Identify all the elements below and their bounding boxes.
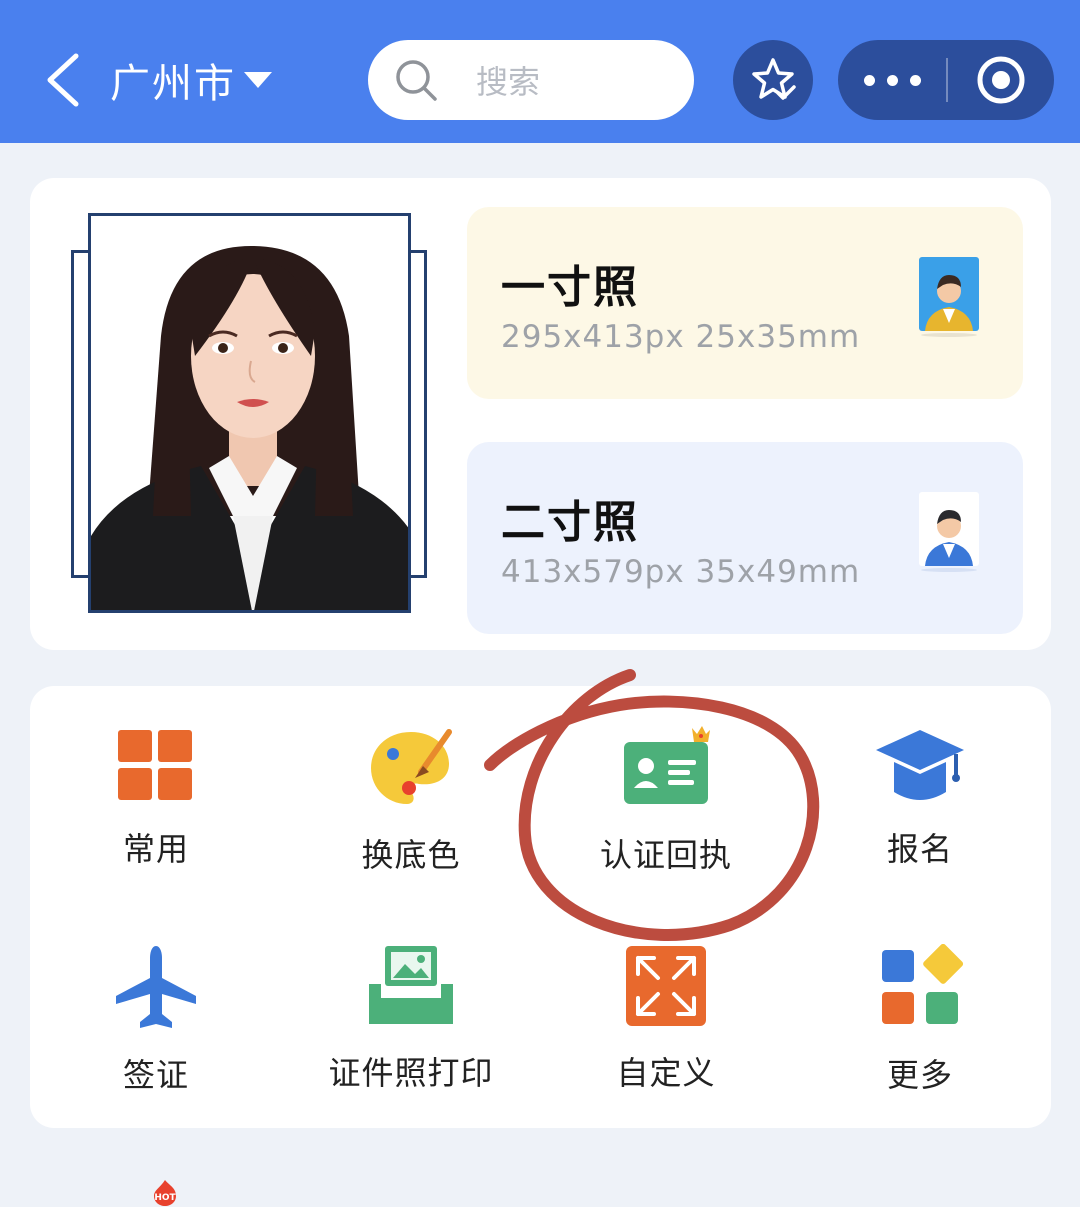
- chevron-left-icon: [47, 53, 79, 107]
- tool-label: 认证回执: [599, 836, 732, 874]
- search-icon: [396, 60, 437, 101]
- more-apps-icon: [882, 944, 964, 1024]
- tool-photo-print[interactable]: 证件照打印: [311, 944, 511, 1114]
- city-selector[interactable]: 广州市: [110, 50, 272, 110]
- target-circle-icon: [977, 56, 1025, 104]
- more-dot: [886, 74, 898, 86]
- more-dots-icon: [863, 74, 875, 86]
- more-dot: [909, 74, 921, 86]
- printer-photo-icon: [369, 946, 453, 1024]
- close-mini-program-button[interactable]: [948, 40, 1054, 120]
- tool-label: 自定义: [616, 1054, 716, 1092]
- star-check-icon: [752, 58, 796, 100]
- tool-common[interactable]: 常用: [56, 726, 256, 896]
- tool-more[interactable]: 更多: [820, 944, 1020, 1114]
- grid-blocks-icon: [118, 730, 192, 800]
- person-yellow-thumbnail-icon: [919, 257, 979, 337]
- back-button[interactable]: [40, 50, 90, 110]
- tool-label: 更多: [886, 1056, 953, 1094]
- tool-label: 签证: [122, 1056, 189, 1094]
- size-option-two-inch[interactable]: 二寸照 413x579px 35x49mm: [467, 442, 1023, 634]
- tool-registration[interactable]: 报名: [820, 726, 1020, 896]
- sample-portrait-image: [88, 213, 411, 613]
- category-tabs-strip: HOT: [0, 1160, 1080, 1207]
- mini-program-capsule: [838, 40, 1054, 120]
- svg-text:HOT: HOT: [154, 1193, 176, 1203]
- tool-custom-size[interactable]: 自定义: [566, 944, 766, 1114]
- tool-label: 证件照打印: [328, 1054, 494, 1092]
- palette-icon: [371, 729, 452, 804]
- search-bar[interactable]: 搜索: [368, 40, 694, 120]
- navigation-bar: 广州市 搜索: [0, 0, 1080, 143]
- more-menu-button[interactable]: [838, 40, 946, 120]
- caret-down-icon: [244, 72, 272, 88]
- tool-visa[interactable]: 签证: [56, 944, 256, 1114]
- photo-size-card: 一寸照 295x413px 25x35mm 二寸照 413x579px 35x4…: [30, 178, 1051, 650]
- tool-label: 常用: [122, 830, 189, 868]
- favorite-button[interactable]: [733, 40, 813, 120]
- id-card-crown-icon: [624, 726, 710, 804]
- tools-card: 常用 换底色 认证回执 报名 签证 证件照打印 自定义 更多: [30, 686, 1051, 1128]
- person-blue-thumbnail-icon: [919, 492, 979, 572]
- tool-change-background[interactable]: 换底色: [311, 726, 511, 896]
- size-title: 二寸照: [501, 497, 639, 548]
- expand-arrows-icon: [626, 946, 706, 1026]
- search-placeholder: 搜索: [476, 63, 541, 101]
- airplane-icon: [116, 946, 196, 1028]
- portrait-illustration: [91, 216, 408, 610]
- hot-fire-badge-icon: HOT: [154, 1180, 177, 1206]
- tool-label: 报名: [886, 830, 953, 868]
- size-title: 一寸照: [501, 262, 639, 313]
- size-option-one-inch[interactable]: 一寸照 295x413px 25x35mm: [467, 207, 1023, 399]
- tool-certification-receipt[interactable]: 认证回执: [566, 726, 766, 896]
- size-spec: 413x579px 35x49mm: [501, 554, 861, 590]
- size-spec: 295x413px 25x35mm: [501, 319, 861, 355]
- graduation-cap-icon: [876, 730, 964, 800]
- city-label: 广州市: [110, 61, 236, 107]
- tool-label: 换底色: [361, 836, 461, 874]
